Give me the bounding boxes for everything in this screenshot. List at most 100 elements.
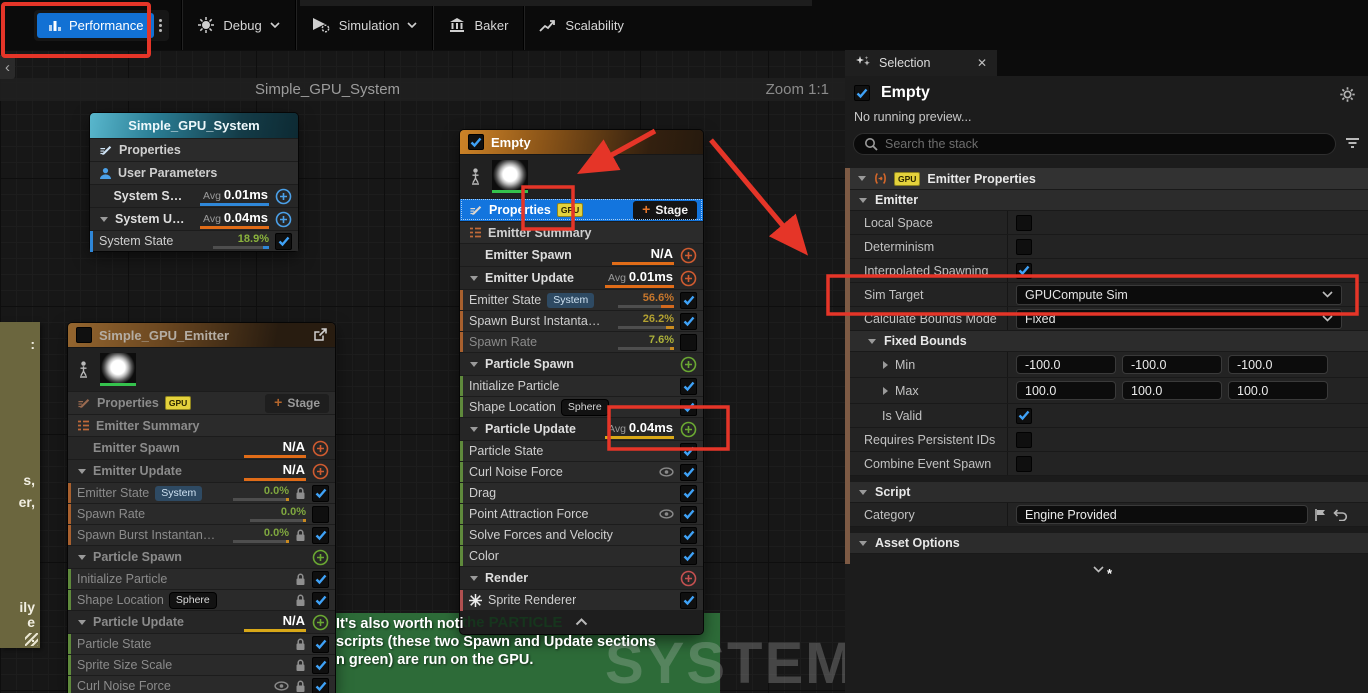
node-row-color[interactable]: Color: [460, 545, 703, 566]
node-row-render[interactable]: Render: [460, 566, 703, 589]
node-row-spawn-burst-instantaneous[interactable]: Spawn Burst Instantaneous0.0%: [68, 524, 335, 545]
chevron-down-icon[interactable]: [1093, 566, 1104, 573]
enabled-checkbox[interactable]: [312, 592, 329, 609]
property-row-determinism[interactable]: Determinism: [850, 235, 1368, 259]
emitter-thumbnail[interactable]: [100, 353, 136, 386]
enabled-checkbox[interactable]: [680, 378, 697, 395]
performance-button[interactable]: Performance: [37, 13, 154, 38]
node-row-properties[interactable]: PropertiesGPU+Stage: [68, 391, 335, 414]
node-row-particle-state[interactable]: Particle State: [460, 440, 703, 461]
stack-search-bar[interactable]: [853, 133, 1336, 155]
node-row-shape-location[interactable]: Shape LocationSphere: [68, 589, 335, 610]
checkbox-combine-event-spawn[interactable]: [1016, 456, 1032, 472]
add-stage-button[interactable]: +Stage: [633, 201, 697, 220]
caret-down-icon[interactable]: [99, 216, 109, 223]
comment-note-clipped[interactable]: :s,er,ilye.: [0, 322, 40, 648]
open-external-icon[interactable]: [313, 328, 327, 342]
node-row-particle-state[interactable]: Particle State: [68, 633, 335, 654]
checkbox-determinism[interactable]: [1016, 239, 1032, 255]
eye-icon[interactable]: [659, 509, 674, 519]
caret-down-icon[interactable]: [469, 275, 479, 282]
collapse-panel-button[interactable]: ‹: [0, 55, 15, 79]
enabled-checkbox[interactable]: [312, 636, 329, 653]
property-row-combine-event-spawn[interactable]: Combine Event Spawn: [850, 452, 1368, 476]
node-row-particle-spawn[interactable]: Particle Spawn: [460, 352, 703, 375]
add-module-button[interactable]: [312, 614, 329, 631]
dropdown-sim-target[interactable]: GPUCompute Sim: [1016, 285, 1342, 305]
text-input-category[interactable]: Engine Provided: [1016, 505, 1308, 524]
property-row-is-valid[interactable]: Is Valid: [850, 404, 1368, 428]
enabled-checkbox[interactable]: [680, 464, 697, 481]
enabled-checkbox[interactable]: [680, 592, 697, 609]
node-row-solve-forces-and-velocity[interactable]: Solve Forces and Velocity: [460, 524, 703, 545]
node-row-emitter-spawn[interactable]: Emitter SpawnN/A: [460, 243, 703, 266]
add-module-button[interactable]: [312, 463, 329, 480]
node-row-curl-noise-force[interactable]: Curl Noise Force: [68, 675, 335, 693]
node-row-spawn-rate[interactable]: Spawn Rate7.6%: [460, 331, 703, 352]
node-row-point-attraction-force[interactable]: Point Attraction Force: [460, 503, 703, 524]
resize-handle-icon[interactable]: [25, 633, 38, 646]
section-asset-options[interactable]: Asset Options: [850, 533, 1368, 554]
number-input[interactable]: -100.0: [1228, 355, 1328, 374]
node-row-properties[interactable]: Properties: [90, 138, 298, 161]
graph-canvas[interactable]: Simple_GPU_System Zoom 1:1 ‹ :s,er,ilye.…: [0, 50, 845, 693]
node-row-sprite-renderer[interactable]: Sprite Renderer: [460, 589, 703, 610]
node-row-spawn-burst-instantaneous[interactable]: Spawn Burst Instantaneous26.2%: [460, 310, 703, 331]
node-row-emitter-summary[interactable]: Emitter Summary: [68, 414, 335, 436]
stack-header-emitter-properties[interactable]: GPUEmitter Properties: [850, 168, 1368, 190]
node-row-curl-noise-force[interactable]: Curl Noise Force: [460, 461, 703, 482]
caret-down-icon[interactable]: [858, 197, 868, 204]
add-stage-button[interactable]: +Stage: [265, 394, 329, 413]
close-icon[interactable]: ✕: [977, 56, 987, 70]
section-fixed-bounds[interactable]: Fixed Bounds: [850, 331, 1368, 352]
flag-icon[interactable]: [1314, 508, 1327, 522]
node-row-emitter-state[interactable]: Emitter StateSystem56.6%: [460, 289, 703, 310]
node-row-system-state[interactable]: System State18.9%: [90, 230, 298, 251]
node-row-emitter-summary[interactable]: Emitter Summary: [460, 221, 703, 243]
property-row-min[interactable]: Min-100.0-100.0-100.0: [850, 352, 1368, 378]
enabled-checkbox[interactable]: [680, 292, 697, 309]
property-row-requires-persistent-ids[interactable]: Requires Persistent IDs: [850, 428, 1368, 452]
property-row-local-space[interactable]: Local Space: [850, 211, 1368, 235]
caret-down-icon[interactable]: [469, 575, 479, 582]
section-script[interactable]: Script: [850, 482, 1368, 503]
node-row-emitter-update[interactable]: Emitter UpdateN/A: [68, 459, 335, 482]
node-row-user-parameters[interactable]: User Parameters: [90, 161, 298, 184]
add-module-button[interactable]: [312, 440, 329, 457]
enabled-checkbox[interactable]: [680, 313, 697, 330]
eye-icon[interactable]: [659, 467, 674, 477]
emitter-enabled-checkbox[interactable]: [854, 85, 870, 101]
node-header[interactable]: Empty: [460, 130, 703, 154]
enabled-checkbox[interactable]: [680, 485, 697, 502]
debug-button[interactable]: Debug: [182, 0, 294, 50]
enabled-checkbox[interactable]: [680, 527, 697, 544]
more-options-icon[interactable]: [154, 19, 167, 32]
caret-down-icon[interactable]: [77, 554, 87, 561]
node-row-system-update[interactable]: System UpdateAvg0.04ms: [90, 207, 298, 230]
caret-down-icon[interactable]: [858, 489, 868, 496]
eye-icon[interactable]: [274, 681, 289, 691]
enabled-checkbox[interactable]: [680, 443, 697, 460]
number-input[interactable]: 100.0: [1122, 381, 1222, 400]
section-emitter[interactable]: Emitter: [850, 190, 1368, 211]
add-module-button[interactable]: [680, 270, 697, 287]
node-row-emitter-state[interactable]: Emitter StateSystem0.0%: [68, 482, 335, 503]
node-row-initialize-particle[interactable]: Initialize Particle: [68, 568, 335, 589]
emitter-thumbnail[interactable]: [492, 160, 528, 193]
node-row-particle-spawn[interactable]: Particle Spawn: [68, 545, 335, 568]
checkbox-requires-persistent-ids[interactable]: [1016, 432, 1032, 448]
add-module-button[interactable]: [680, 421, 697, 438]
caret-down-icon[interactable]: [867, 338, 877, 345]
number-input[interactable]: 100.0: [1016, 381, 1116, 400]
node-header[interactable]: Simple_GPU_Emitter: [68, 323, 335, 347]
checkbox-is-valid[interactable]: [1016, 408, 1032, 424]
node-row-emitter-spawn[interactable]: Emitter SpawnN/A: [68, 436, 335, 459]
node-row-drag[interactable]: Drag: [460, 482, 703, 503]
node-row-particle-update[interactable]: Particle UpdateN/A: [68, 610, 335, 633]
caret-down-icon[interactable]: [77, 619, 87, 626]
scalability-button[interactable]: Scalability: [524, 0, 639, 50]
number-input[interactable]: -100.0: [1016, 355, 1116, 374]
node-row-initialize-particle[interactable]: Initialize Particle: [460, 375, 703, 396]
node-row-shape-location[interactable]: Shape LocationSphere: [460, 396, 703, 417]
caret-down-icon[interactable]: [857, 175, 867, 182]
